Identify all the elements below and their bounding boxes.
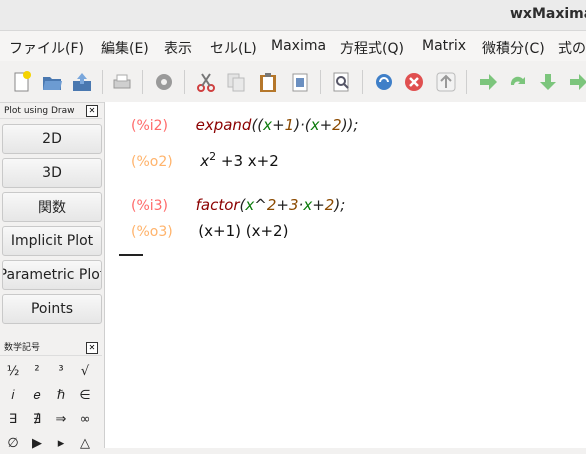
expression-token: x [245,196,255,214]
paste-clipboard-icon[interactable] [254,68,282,96]
expression-token: x [303,196,313,214]
symbol-i[interactable]: 𝑖 [2,384,24,406]
output-expression: (x+1) (x+2) [198,222,289,240]
menu-bar: ファイル(F) 編集(E) 表示 セル(L) Maxima 方程式(Q) Mat… [0,31,586,61]
plot-implicit-button[interactable]: Implicit Plot [2,226,102,256]
expression-token: ^ [254,196,267,214]
expression-token: + [272,116,285,134]
symbols-panel-header: 数学記号 ✕ [0,341,102,356]
output-cell: (%o2) x2 +3 x+2 [131,150,279,170]
input-label: (%i2) [131,118,169,134]
output-label: (%o2) [131,154,173,170]
select-all-icon[interactable] [286,68,314,96]
plot-parametric-button[interactable]: Parametric Plot [2,260,102,290]
expression-token: + [319,116,333,134]
save-icon[interactable] [68,68,96,96]
text-cursor [119,254,143,256]
expression-token: )·( [294,116,311,134]
plot-panel: Plot using Draw ✕ 2D 3D 関数 Implicit Plot… [0,104,102,340]
output-expression: x2 +3 x+2 [200,150,279,170]
open-folder-icon[interactable] [38,68,66,96]
expression-token: 2 [332,116,342,134]
symbol-exists[interactable]: ∃ [2,408,24,430]
expression-token: (( [251,116,264,134]
plot-panel-header: Plot using Draw ✕ [0,104,102,119]
symbol-triangle-right[interactable]: ▶ [26,432,48,454]
output-label: (%o3) [131,224,173,240]
plot-points-button[interactable]: Points [2,294,102,324]
symbol-hbar[interactable]: ℏ [50,384,72,406]
input-expression[interactable]: factor(x^2+3·x+2); [196,196,346,214]
expression-token: + [276,196,289,214]
input-expression[interactable]: expand((x+1)·(x+2)); [196,116,359,134]
plot-panel-title: Plot using Draw [4,106,75,116]
expression-token: ); [334,196,346,214]
expression-token: )); [341,116,359,134]
plot-function-button[interactable]: 関数 [2,192,102,222]
expression-token: + [312,196,325,214]
symbol-delta[interactable]: △ [74,432,96,454]
print-icon[interactable] [108,68,136,96]
menu-equations[interactable]: 方程式(Q) [340,38,404,58]
window-title: wxMaxima [510,6,586,22]
menu-calculus[interactable]: 微積分(C) [482,38,545,58]
input-cell[interactable]: (%i2) expand((x+1)·(x+2)); [131,116,358,134]
menu-edit[interactable]: 編集(E) [101,38,149,58]
close-icon[interactable]: ✕ [86,342,98,354]
plot-3d-button[interactable]: 3D [2,158,102,188]
expression-token: x [263,116,273,134]
symbol-empty-set[interactable]: ∅ [2,432,24,454]
symbol-cubed[interactable]: ³ [50,360,72,382]
toolbar [0,62,586,103]
find-magnifier-icon[interactable] [328,68,356,96]
step-forward-icon[interactable] [564,68,586,96]
close-icon[interactable]: ✕ [86,105,98,117]
expression-token: x [310,116,320,134]
settings-gear-icon[interactable] [150,68,178,96]
input-cell[interactable]: (%i3) factor(x^2+3·x+2); [131,196,345,214]
expression-token: factor [195,196,240,214]
symbol-half[interactable]: ½ [2,360,24,382]
refresh-icon[interactable] [370,68,398,96]
worksheet[interactable]: (%i2) expand((x+1)·(x+2)); (%o2) x2 +3 x… [104,102,586,448]
redo-arrow-icon[interactable] [504,68,532,96]
symbol-element-of[interactable]: ∈ [74,384,96,406]
forward-arrow-icon[interactable] [474,68,502,96]
copy-icon[interactable] [222,68,250,96]
new-document-icon[interactable] [8,68,36,96]
menu-maxima[interactable]: Maxima [271,38,326,54]
expression-token: 2 [266,196,277,214]
menu-file[interactable]: ファイル(F) [9,38,84,58]
down-arrow-icon[interactable] [534,68,562,96]
expression-token: 1 [284,116,295,134]
symbol-infinity[interactable]: ∞ [74,408,96,430]
menu-simplify[interactable]: 式の [558,38,586,58]
title-bar: wxMaxima [0,0,586,31]
expression-token: 2 [324,196,335,214]
symbol-not-exists[interactable]: ∄ [26,408,48,430]
symbol-squared[interactable]: ² [26,360,48,382]
output-cell: (%o3) (x+1) (x+2) [131,222,288,240]
symbol-sqrt[interactable]: √ [74,360,96,382]
symbol-implies[interactable]: ⇒ [50,408,72,430]
stop-icon[interactable] [400,68,428,96]
input-label: (%i3) [131,198,169,214]
plot-2d-button[interactable]: 2D [2,124,102,154]
up-arrow-icon[interactable] [432,68,460,96]
cut-scissors-icon[interactable] [192,68,220,96]
symbols-panel-title: 数学記号 [4,343,41,353]
menu-view[interactable]: 表示 [164,38,192,58]
symbol-e[interactable]: 𝑒 [26,384,48,406]
menu-cell[interactable]: セル(L) [210,38,257,58]
expression-token: expand [195,116,252,134]
symbol-small-triangle[interactable]: ▸ [50,432,72,454]
menu-matrix[interactable]: Matrix [422,38,466,54]
symbols-panel: 数学記号 ✕ ½ ² ³ √ 𝑖 𝑒 ℏ ∈ ∃ ∄ ⇒ ∞ ∅ ▶ ▸ △ [0,341,102,451]
expression-token: 3 [289,196,299,214]
